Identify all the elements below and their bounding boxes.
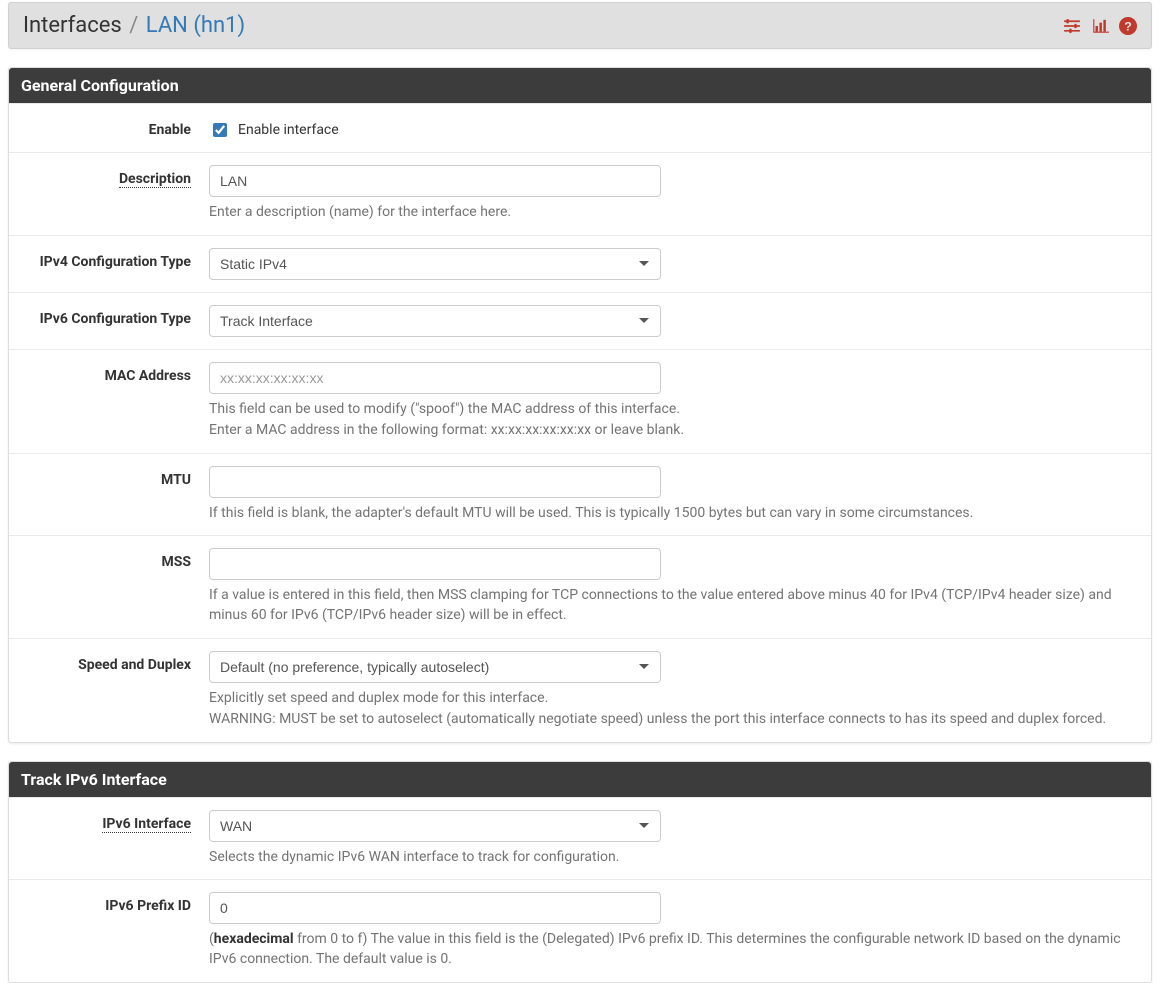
row-ipv4-type: IPv4 Configuration Type Static IPv4 <box>9 235 1151 292</box>
panel-general-configuration: General Configuration Enable Enable inte… <box>8 67 1152 743</box>
row-mss: MSS If a value is entered in this field,… <box>9 535 1151 637</box>
breadcrumb-separator: / <box>127 13 140 38</box>
speed-help-1: Explicitly set speed and duplex mode for… <box>209 689 1141 709</box>
help-icon[interactable]: ? <box>1119 17 1137 35</box>
speed-help-2: WARNING: MUST be set to autoselect (auto… <box>209 710 1141 730</box>
row-description: Description Enter a description (name) f… <box>9 152 1151 235</box>
description-input[interactable] <box>209 165 661 197</box>
description-help: Enter a description (name) for the inter… <box>209 203 1141 223</box>
row-ipv6-prefix-id: IPv6 Prefix ID (hexadecimal from 0 to f)… <box>9 879 1151 981</box>
mac-help-1: This field can be used to modify ("spoof… <box>209 400 1141 420</box>
label-ipv6-type: IPv6 Configuration Type <box>19 305 209 327</box>
enable-checkbox[interactable] <box>213 123 227 137</box>
row-mac: MAC Address This field can be used to mo… <box>9 349 1151 453</box>
panel-heading-track-ipv6: Track IPv6 Interface <box>9 762 1151 797</box>
mss-input[interactable] <box>209 548 661 580</box>
ipv6-interface-help: Selects the dynamic IPv6 WAN interface t… <box>209 848 1141 868</box>
panel-track-ipv6: Track IPv6 Interface IPv6 Interface WAN … <box>8 761 1152 983</box>
label-mac: MAC Address <box>19 362 209 384</box>
row-ipv6-interface: IPv6 Interface WAN Selects the dynamic I… <box>9 797 1151 880</box>
mtu-input[interactable] <box>209 466 661 498</box>
enable-checkbox-label: Enable interface <box>238 122 339 138</box>
label-ipv6-interface: IPv6 Interface <box>19 810 209 832</box>
stats-icon[interactable] <box>1091 17 1109 35</box>
row-ipv6-type: IPv6 Configuration Type Track Interface <box>9 292 1151 349</box>
ipv6-prefix-id-input[interactable] <box>209 892 661 924</box>
breadcrumb-root[interactable]: Interfaces <box>23 13 122 38</box>
label-mtu: MTU <box>19 466 209 488</box>
row-mtu: MTU If this field is blank, the adapter'… <box>9 453 1151 536</box>
ipv4-type-select[interactable]: Static IPv4 <box>209 248 661 280</box>
label-ipv6-prefix-id: IPv6 Prefix ID <box>19 892 209 914</box>
sliders-icon[interactable] <box>1063 17 1081 35</box>
speed-duplex-select[interactable]: Default (no preference, typically autose… <box>209 651 661 683</box>
mtu-help: If this field is blank, the adapter's de… <box>209 504 1141 524</box>
row-enable: Enable Enable interface <box>9 103 1151 152</box>
svg-text:?: ? <box>1124 19 1132 33</box>
panel-heading-general: General Configuration <box>9 68 1151 103</box>
mss-help: If a value is entered in this field, the… <box>209 586 1141 625</box>
label-mss: MSS <box>19 548 209 570</box>
page-header: Interfaces / LAN (hn1) ? <box>8 2 1152 49</box>
label-speed-duplex: Speed and Duplex <box>19 651 209 673</box>
breadcrumb: Interfaces / LAN (hn1) <box>23 13 245 38</box>
ipv6-type-select[interactable]: Track Interface <box>209 305 661 337</box>
label-ipv4-type: IPv4 Configuration Type <box>19 248 209 270</box>
enable-checkbox-wrap[interactable]: Enable interface <box>209 116 1141 140</box>
breadcrumb-current[interactable]: LAN (hn1) <box>146 13 245 38</box>
label-description: Description <box>19 165 209 187</box>
ipv6-prefix-id-help: (hexadecimal from 0 to f) The value in t… <box>209 930 1141 969</box>
mac-input[interactable] <box>209 362 661 394</box>
header-actions: ? <box>1063 17 1137 35</box>
ipv6-interface-select[interactable]: WAN <box>209 810 661 842</box>
label-enable: Enable <box>19 116 209 138</box>
mac-help-2: Enter a MAC address in the following for… <box>209 421 1141 441</box>
row-speed-duplex: Speed and Duplex Default (no preference,… <box>9 638 1151 742</box>
